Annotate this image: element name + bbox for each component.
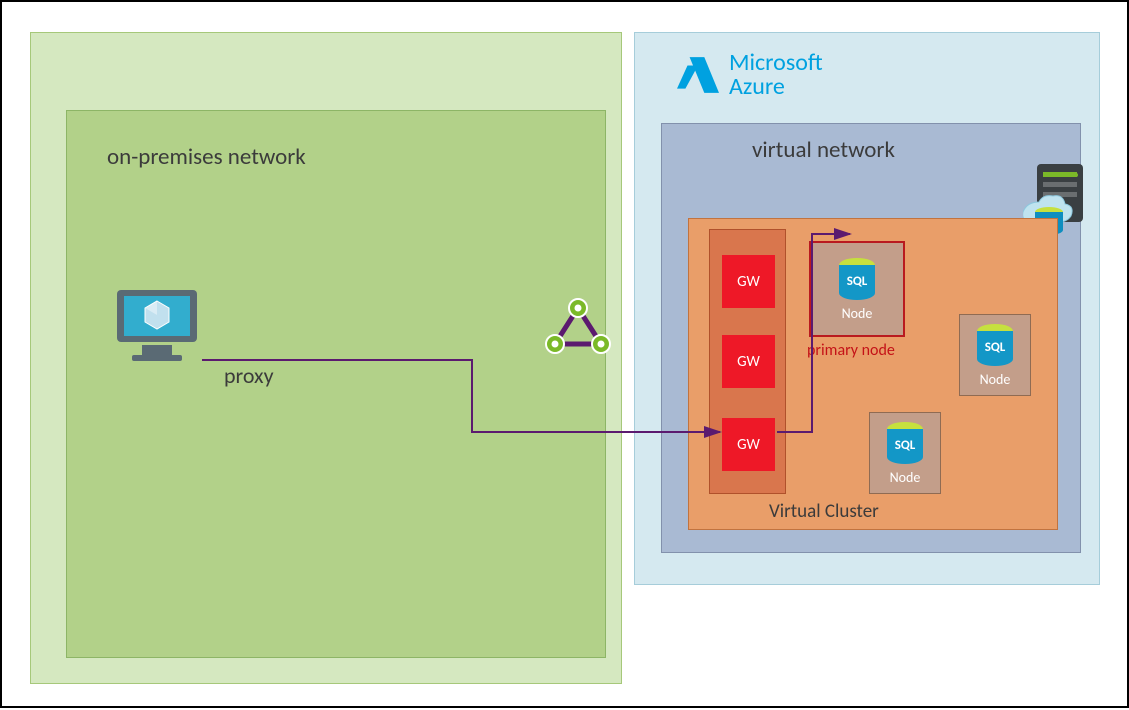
gateway-stack: GW GW GW: [709, 229, 786, 494]
primary-node-label: primary node: [807, 341, 895, 360]
sql-db-icon: SQL: [972, 323, 1018, 369]
azure-region: Microsoft Azure virtual network SQL: [634, 32, 1100, 585]
proxy-label: proxy: [224, 362, 274, 389]
svg-text:SQL: SQL: [985, 340, 1006, 355]
node-box-3: SQL Node: [869, 412, 941, 494]
svg-text:SQL: SQL: [895, 438, 916, 453]
svg-text:SQL: SQL: [847, 274, 868, 289]
vnet-label: virtual network: [752, 136, 895, 164]
virtual-cluster-box: Virtual Cluster GW GW GW SQL Node primar…: [688, 218, 1058, 530]
azure-brand-line2: Azure: [729, 75, 823, 99]
sql-db-icon: SQL: [834, 257, 880, 303]
azure-triangle-icon: [677, 57, 719, 93]
azure-logo: Microsoft Azure: [677, 51, 823, 99]
virtual-network-box: virtual network SQL Virtual Cluster: [661, 123, 1081, 553]
gateway-box-2: GW: [722, 335, 775, 388]
node-label: Node: [890, 469, 921, 486]
diagram-canvas: on-premises network proxy: [0, 0, 1129, 708]
gateway-box-1: GW: [722, 255, 775, 308]
vcluster-label: Virtual Cluster: [769, 500, 879, 523]
azure-text: Microsoft Azure: [729, 51, 823, 99]
load-balancer-icon: [543, 296, 613, 363]
gateway-box-3: GW: [722, 418, 775, 471]
node-box-2: SQL Node: [959, 314, 1031, 396]
onprem-label: on-premises network: [107, 143, 306, 171]
primary-node-box: SQL Node: [809, 241, 905, 337]
onprem-inner-box: on-premises network: [66, 110, 606, 658]
node-label: Node: [842, 305, 873, 322]
computer-icon: [112, 285, 202, 370]
node-label: Node: [980, 371, 1011, 388]
sql-db-icon: SQL: [882, 421, 928, 467]
